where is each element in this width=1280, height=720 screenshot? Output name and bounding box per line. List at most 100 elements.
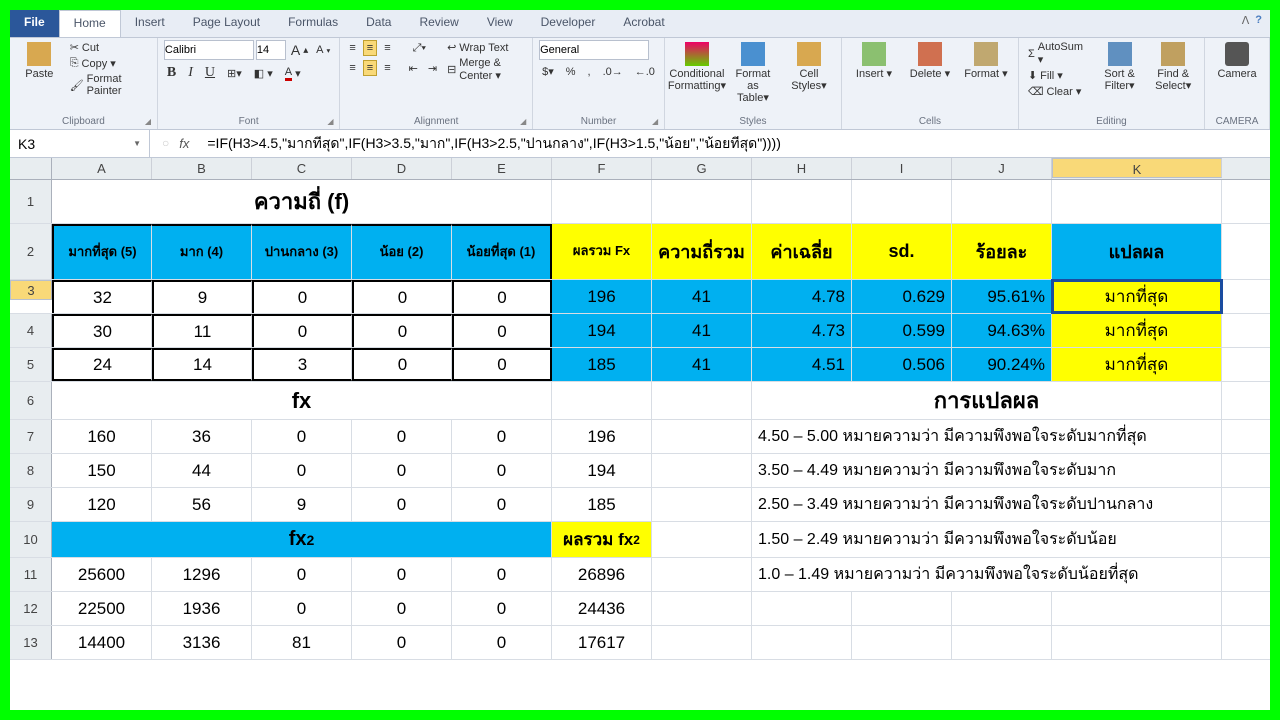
col-header-c[interactable]: C xyxy=(252,158,352,179)
dec-indent-button[interactable]: ⇤ xyxy=(406,61,421,76)
col-header-i[interactable]: I xyxy=(852,158,952,179)
cell[interactable]: 41 xyxy=(652,348,752,381)
align-middle-button[interactable]: ≡ xyxy=(363,40,377,56)
align-bottom-button[interactable]: ≡ xyxy=(381,41,393,55)
cell[interactable]: 0 xyxy=(352,488,452,521)
cell[interactable]: 0 xyxy=(252,454,352,487)
cell[interactable] xyxy=(652,454,752,487)
row-header-11[interactable]: 11 xyxy=(10,558,52,591)
cell[interactable]: 4.51 xyxy=(752,348,852,381)
cell[interactable]: 22500 xyxy=(52,592,152,625)
cell[interactable]: 160 xyxy=(52,420,152,453)
cell[interactable]: 9 xyxy=(152,280,252,313)
wrap-text-button[interactable]: ↩Wrap Text xyxy=(444,40,526,55)
format-cells-button[interactable]: Format ▾ xyxy=(960,40,1012,82)
cell[interactable]: 94.63% xyxy=(952,314,1052,347)
autosum-button[interactable]: ΣAutoSum ▾ xyxy=(1025,40,1091,67)
cell[interactable]: 36 xyxy=(152,420,252,453)
cell[interactable]: 0.506 xyxy=(852,348,952,381)
shrink-font-button[interactable]: A▾ xyxy=(313,43,333,57)
cell[interactable]: น้อยที่สุด (1) xyxy=(452,224,552,279)
tab-acrobat[interactable]: Acrobat xyxy=(609,10,678,37)
cell[interactable]: 41 xyxy=(652,314,752,347)
row-header-9[interactable]: 9 xyxy=(10,488,52,521)
help-icon[interactable]: ? xyxy=(1255,14,1262,33)
copy-button[interactable]: ⎘Copy ▾ xyxy=(67,56,151,71)
cell[interactable]: 0 xyxy=(352,558,452,591)
cell[interactable]: มาก (4) xyxy=(152,224,252,279)
cell[interactable] xyxy=(652,382,752,419)
cell[interactable]: 1296 xyxy=(152,558,252,591)
cell[interactable]: 0 xyxy=(352,280,452,313)
cell[interactable]: 3 xyxy=(252,348,352,381)
font-color-button[interactable]: A▾ xyxy=(282,65,304,82)
cell-styles-button[interactable]: Cell Styles▾ xyxy=(783,40,835,94)
insert-cells-button[interactable]: Insert ▾ xyxy=(848,40,900,82)
cell[interactable] xyxy=(852,180,952,223)
select-all-corner[interactable] xyxy=(10,158,52,179)
col-header-d[interactable]: D xyxy=(352,158,452,179)
col-header-b[interactable]: B xyxy=(152,158,252,179)
cell[interactable]: 0 xyxy=(452,314,552,347)
col-header-e[interactable]: E xyxy=(452,158,552,179)
cell[interactable]: 1.50 – 2.49 หมายความว่า มีความพึงพอใจระด… xyxy=(752,522,1222,557)
cell[interactable] xyxy=(1052,626,1222,659)
align-left-button[interactable]: ≡ xyxy=(346,61,358,75)
cell[interactable]: 0 xyxy=(352,454,452,487)
dialog-launcher-icon[interactable]: ◢ xyxy=(327,117,337,127)
cell[interactable] xyxy=(852,592,952,625)
cell[interactable]: การแปลผล xyxy=(752,382,1222,419)
tab-insert[interactable]: Insert xyxy=(121,10,179,37)
font-name-select[interactable] xyxy=(164,40,254,60)
cell[interactable]: 9 xyxy=(252,488,352,521)
fill-button[interactable]: ⬇Fill ▾ xyxy=(1025,68,1091,83)
col-header-k[interactable]: K xyxy=(1052,158,1222,178)
row-header-7[interactable]: 7 xyxy=(10,420,52,453)
cell[interactable]: ค่าเฉลี่ย xyxy=(752,224,852,279)
cell[interactable]: ร้อยละ xyxy=(952,224,1052,279)
col-header-g[interactable]: G xyxy=(652,158,752,179)
cell[interactable] xyxy=(1052,592,1222,625)
cell[interactable]: 120 xyxy=(52,488,152,521)
cell[interactable]: 196 xyxy=(552,280,652,313)
cell[interactable]: 0 xyxy=(452,592,552,625)
fx-icon[interactable]: fx xyxy=(179,136,189,151)
tab-review[interactable]: Review xyxy=(405,10,472,37)
cell[interactable] xyxy=(752,626,852,659)
cell[interactable]: 0 xyxy=(252,558,352,591)
bold-button[interactable]: B xyxy=(164,64,179,82)
cell[interactable]: 0 xyxy=(252,280,352,313)
tab-home[interactable]: Home xyxy=(59,10,121,37)
cell[interactable] xyxy=(652,488,752,521)
row-header-12[interactable]: 12 xyxy=(10,592,52,625)
cut-button[interactable]: ✂Cut xyxy=(67,40,151,55)
row-header-2[interactable]: 2 xyxy=(10,224,52,279)
cell[interactable]: 0 xyxy=(452,488,552,521)
fill-color-button[interactable]: ◧▾ xyxy=(251,66,276,81)
find-select-button[interactable]: Find & Select▾ xyxy=(1148,40,1198,94)
merge-center-button[interactable]: ⊟Merge & Center ▾ xyxy=(444,56,526,83)
cell[interactable] xyxy=(552,382,652,419)
formula-input[interactable] xyxy=(201,136,1270,152)
col-header-a[interactable]: A xyxy=(52,158,152,179)
cell[interactable]: 24 xyxy=(52,348,152,381)
cell[interactable]: 0.629 xyxy=(852,280,952,313)
cell[interactable] xyxy=(752,180,852,223)
currency-button[interactable]: $▾ xyxy=(539,64,557,79)
cell[interactable] xyxy=(652,522,752,557)
cell[interactable]: 150 xyxy=(52,454,152,487)
tab-view[interactable]: View xyxy=(473,10,527,37)
cell[interactable]: 4.73 xyxy=(752,314,852,347)
dialog-launcher-icon[interactable]: ◢ xyxy=(145,117,155,127)
delete-cells-button[interactable]: Delete ▾ xyxy=(904,40,956,82)
cell[interactable]: ความถี่ (f) xyxy=(52,180,552,223)
cell[interactable]: 24436 xyxy=(552,592,652,625)
comma-button[interactable]: , xyxy=(585,65,594,79)
cell[interactable]: มากที่สุด xyxy=(1052,348,1222,381)
row-header-8[interactable]: 8 xyxy=(10,454,52,487)
cell[interactable]: ผลรวม Fx xyxy=(552,224,652,279)
col-header-j[interactable]: J xyxy=(952,158,1052,179)
cell[interactable]: 1.0 – 1.49 หมายความว่า มีความพึงพอใจระดั… xyxy=(752,558,1222,591)
cell[interactable]: มากที่สุด xyxy=(1052,314,1222,347)
format-as-table-button[interactable]: Format as Table▾ xyxy=(727,40,779,106)
